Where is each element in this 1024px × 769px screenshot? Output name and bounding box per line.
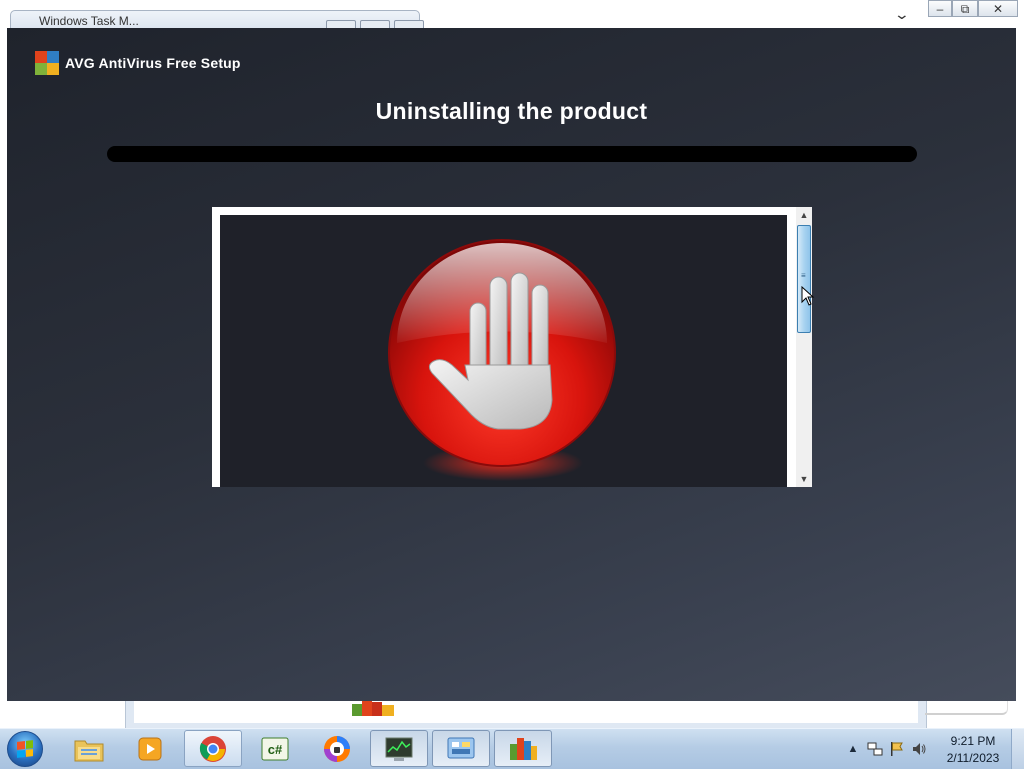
brand-header: AVG AntiVirus Free Setup [35, 51, 241, 75]
svg-text:c#: c# [268, 742, 283, 757]
file-explorer-icon[interactable] [60, 730, 118, 767]
avg-logo-icon [35, 51, 59, 75]
chevron-down-icon[interactable]: ⌄ [894, 6, 910, 23]
background-window-content [134, 701, 918, 723]
task-manager-icon[interactable] [370, 730, 428, 767]
show-hidden-icons-arrow-icon[interactable]: ▲ [842, 729, 864, 769]
action-center-flag-icon[interactable] [886, 729, 908, 769]
scroll-up-arrow-icon[interactable]: ▲ [796, 207, 812, 223]
uninstall-progress-bar [107, 146, 917, 162]
minimize-button[interactable]: – [928, 0, 952, 17]
brand-name: AVG AntiVirus Free Setup [65, 55, 241, 71]
taskbar-clock[interactable]: 9:21 PM 2/11/2023 [940, 733, 1006, 767]
show-desktop-button[interactable] [1011, 729, 1024, 769]
stop-hand-icon [388, 239, 616, 481]
chrome-icon[interactable] [184, 730, 242, 767]
mouse-cursor-icon [801, 286, 815, 306]
background-tab-title: Windows Task M... [39, 14, 139, 28]
avast-secure-browser-icon[interactable] [308, 730, 366, 767]
csharp-icon[interactable]: c# [246, 730, 304, 767]
vertical-scrollbar[interactable]: ▲ ≡ ▼ [796, 207, 812, 487]
clock-time: 9:21 PM [950, 734, 996, 748]
avg-icon[interactable] [494, 730, 552, 767]
windows-logo-icon [17, 740, 33, 758]
avg-setup-dialog: AVG AntiVirus Free Setup Uninstalling th… [7, 28, 1016, 701]
close-button[interactable]: ✕ [978, 0, 1018, 17]
page-title: Uninstalling the product [375, 98, 648, 124]
media-player-icon[interactable] [121, 730, 179, 767]
volume-icon[interactable] [908, 729, 930, 769]
restore-button[interactable]: ⧉ [952, 0, 978, 17]
scroll-down-arrow-icon[interactable]: ▼ [796, 471, 812, 487]
taskbar: c# ▲ 9:21 PM 2/11/2023 [0, 728, 1024, 769]
background-window-bottom [125, 700, 927, 730]
scroll-grip-icon: ≡ [801, 271, 806, 280]
clock-date: 2/11/2023 [946, 751, 1000, 765]
avg-logo-strip [352, 700, 394, 716]
info-panel: ▲ ≡ ▼ [212, 207, 812, 487]
network-icon[interactable] [864, 729, 886, 769]
system-tray: ▲ [842, 729, 930, 769]
control-panel-icon[interactable] [432, 730, 490, 767]
start-button[interactable] [7, 731, 43, 767]
scrollbar-thumb[interactable]: ≡ [797, 225, 811, 333]
info-image [220, 215, 787, 487]
